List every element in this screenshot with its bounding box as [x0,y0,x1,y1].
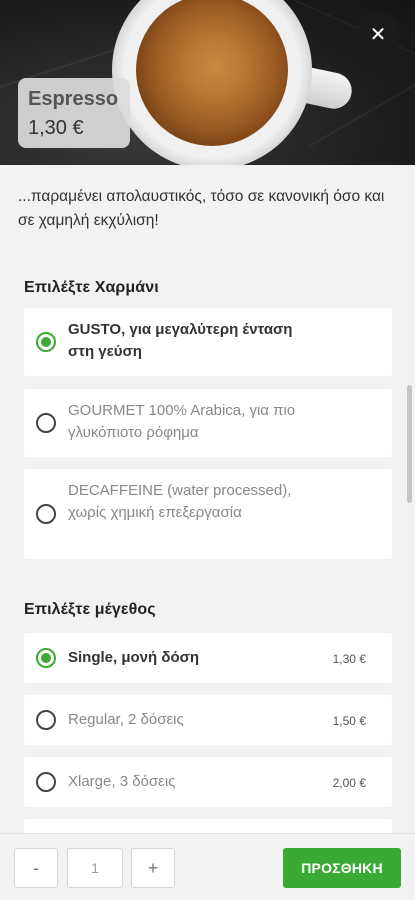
radio-unselected[interactable] [36,710,56,730]
size-section-title: Επιλέξτε μέγεθος [24,601,156,618]
radio-unselected[interactable] [36,772,56,792]
add-to-cart-button[interactable]: ΠΡΟΣΘΗΚΗ [283,848,401,888]
product-name: Espresso [28,88,119,110]
radio-selected[interactable] [36,648,56,668]
radio-selected[interactable] [36,332,56,352]
size-option-label: Single, μονή δόση [68,649,200,666]
product-price-tag: Espresso 1,30 € [18,78,130,148]
product-description: ...παραμένει απολαυστικός, τόσο σε κανον… [18,188,385,229]
blend-option-gourmet[interactable]: GOURMET 100% Arabica, για πιο γλυκόπιοτο… [24,389,392,457]
size-option-price: 2,00 € [332,776,366,790]
blend-option-decaffeine[interactable]: DECAFFEINE (water processed), χωρίς χημι… [24,469,392,559]
add-to-cart-bar: - + ΠΡΟΣΘΗΚΗ [0,833,415,900]
size-option-price: 1,50 € [332,714,366,728]
size-option-price: 1,30 € [332,652,366,666]
product-price: 1,30 € [28,117,84,139]
decrease-quantity-button[interactable]: - [14,848,58,888]
blend-option-label: DECAFFEINE (water processed), χωρίς χημι… [68,482,292,521]
scrollbar[interactable] [407,385,412,503]
product-options-panel[interactable]: ...παραμένει απολαυστικός, τόσο σε κανον… [0,165,415,833]
size-option-label: Xlarge, 3 δόσεις [68,773,176,790]
blend-section-title: Επιλέξτε Χαρμάνι [24,279,159,296]
espresso-crema [136,0,288,146]
close-icon: ✕ [369,22,387,46]
size-option-label: Regular, 2 δόσεις [68,711,184,728]
blend-option-gusto[interactable]: GUSTO, για μεγαλύτερη ένταση στη γεύση [24,308,392,376]
size-option-regular[interactable]: Regular, 2 δόσεις 1,50 € [24,695,392,745]
radio-unselected[interactable] [36,504,56,524]
blend-option-label: GUSTO, για μεγαλύτερη ένταση στη γεύση [68,321,293,360]
quantity-input[interactable] [67,848,123,888]
radio-unselected[interactable] [36,413,56,433]
increase-quantity-button[interactable]: + [131,848,175,888]
size-option-single[interactable]: Single, μονή δόση 1,30 € [24,633,392,683]
size-option-partial[interactable] [24,819,392,833]
product-hero-image: ✕ Espresso 1,30 € [0,0,415,165]
close-button[interactable]: ✕ [356,12,400,56]
blend-option-label: GOURMET 100% Arabica, για πιο γλυκόπιοτο… [68,402,296,441]
size-option-xlarge[interactable]: Xlarge, 3 δόσεις 2,00 € [24,757,392,807]
